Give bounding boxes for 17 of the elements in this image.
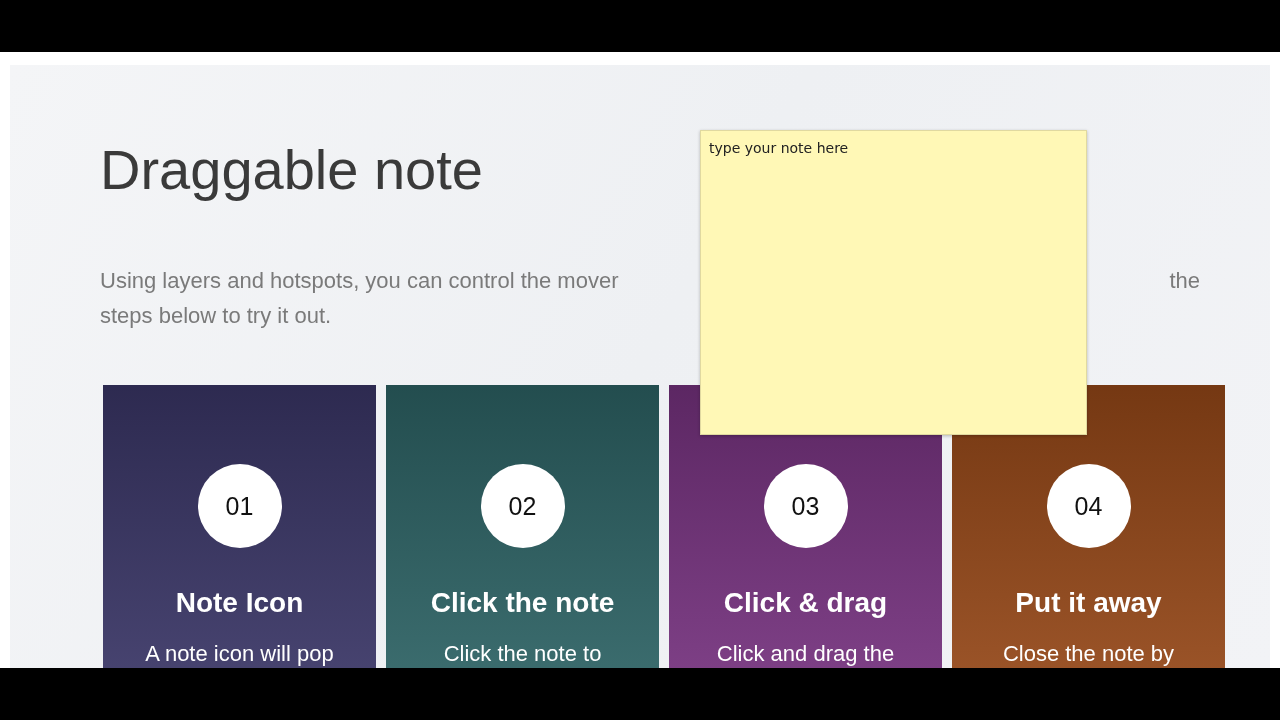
step-text: Click the note to: [443, 640, 602, 668]
step-number: 02: [480, 464, 565, 548]
step-text: Close the note by: [1002, 640, 1175, 668]
intro-text: steps below to try it out.: [100, 302, 332, 330]
note-field[interactable]: type your note here: [700, 130, 1087, 435]
intro-text: Using layers and hotspots, you can control the mover: [100, 267, 619, 295]
step-number: 03: [763, 464, 848, 548]
step-title: Click & drag: [723, 586, 888, 620]
step-number: 04: [1046, 464, 1131, 548]
slide-title: Draggable note: [100, 137, 483, 203]
intro-text: the: [1169, 267, 1200, 295]
step-title: Click the note: [430, 586, 615, 620]
step-title: Put it away: [1015, 586, 1162, 620]
step-number: 01: [197, 464, 282, 548]
step-text: A note icon will pop: [145, 640, 334, 668]
step-title: Note Icon: [175, 586, 304, 620]
step-text: Click and drag the: [716, 640, 895, 668]
